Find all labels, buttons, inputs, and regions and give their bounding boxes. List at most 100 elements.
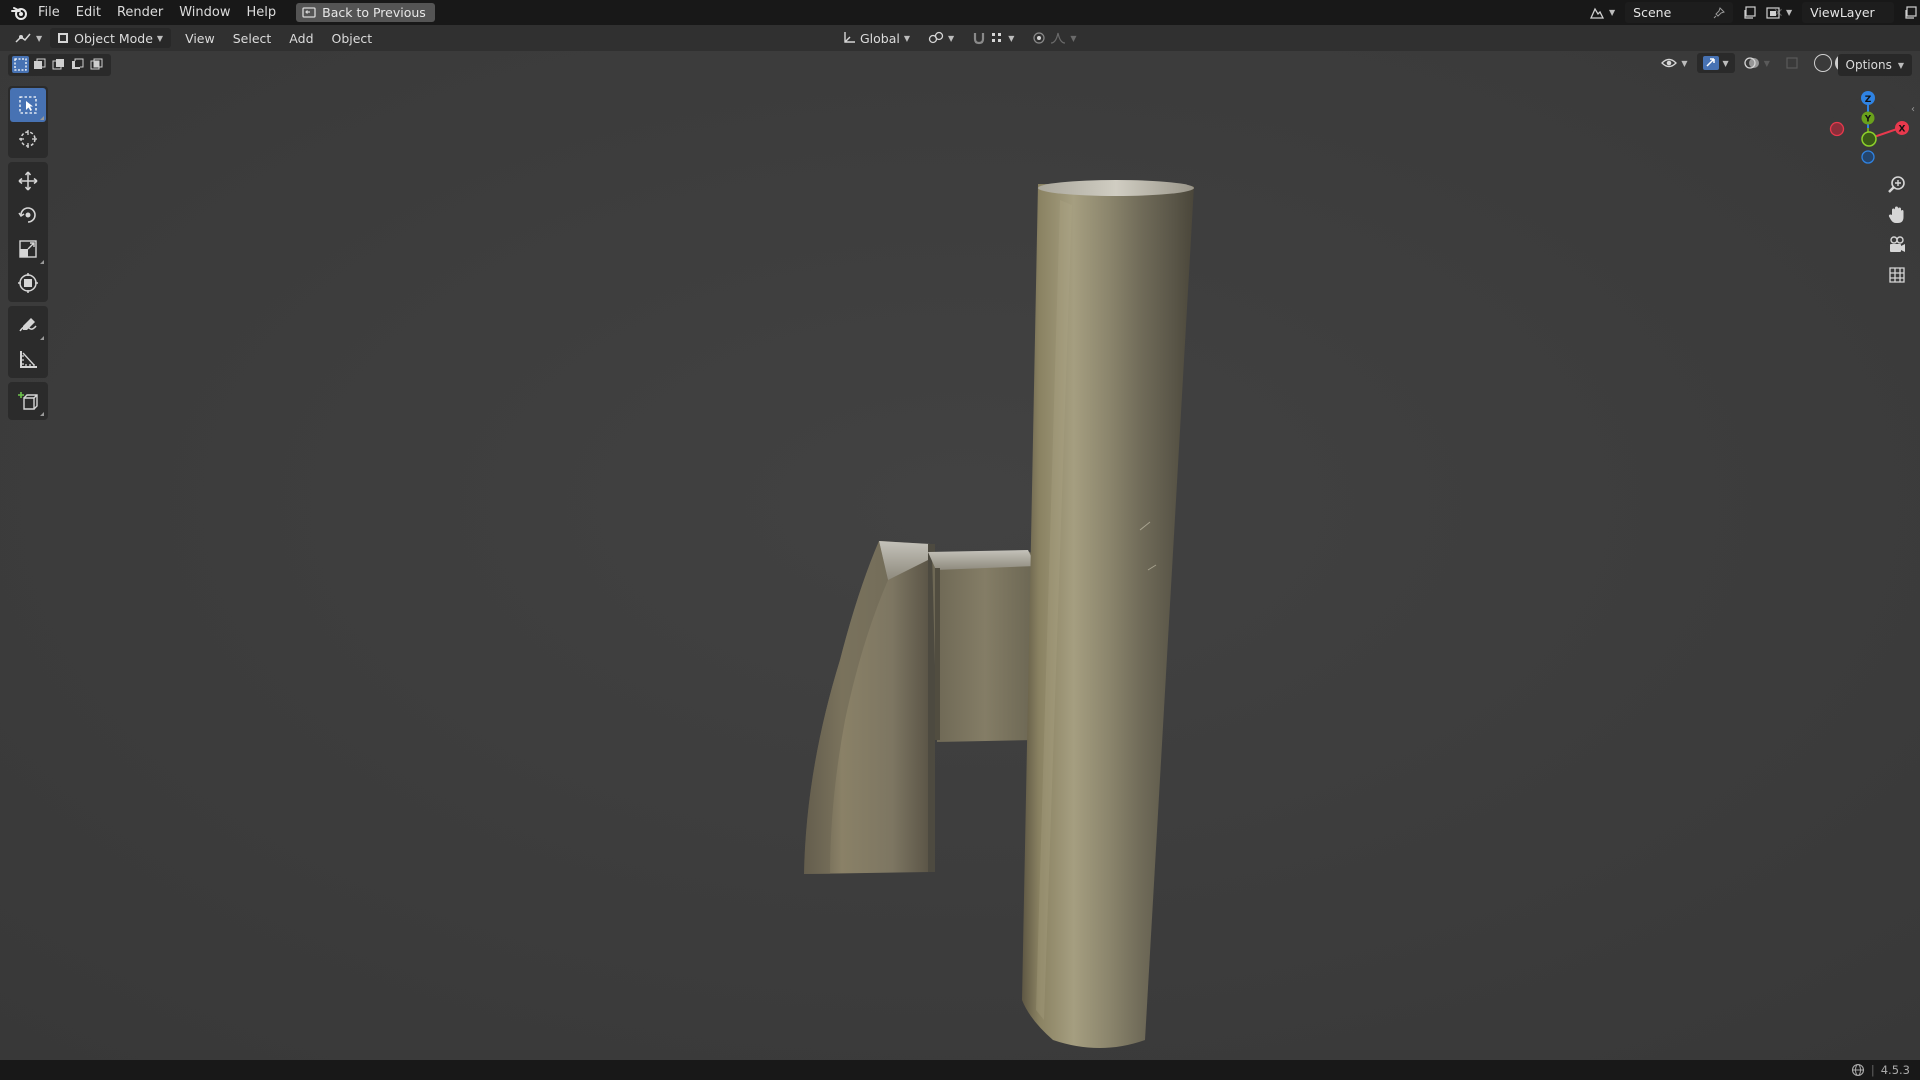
pin-icon [1713, 6, 1726, 18]
version-label: 4.5.3 [1880, 1063, 1910, 1077]
menu-select[interactable]: Select [227, 28, 278, 48]
xray-toggle[interactable] [1779, 53, 1805, 73]
x-axis-label: X [1899, 125, 1906, 135]
chevron-down-icon: ▼ [1008, 33, 1015, 43]
transform-orientation-dropdown[interactable]: Global ▼ [836, 28, 916, 48]
status-divider: | [1870, 1063, 1875, 1077]
object-mode-dropdown[interactable]: Object Mode ▼ [50, 28, 172, 48]
scene-name-field[interactable]: Scene [1625, 2, 1734, 23]
magnet-icon [974, 33, 985, 45]
object-mode-icon [58, 33, 69, 43]
neg-z-axis-dot[interactable] [1861, 150, 1875, 164]
select-box-icon[interactable] [10, 88, 46, 122]
proportional-editing-toggle[interactable]: ▼ [1026, 28, 1082, 48]
editor-type-button[interactable]: ▼ [8, 28, 48, 48]
object-visibility-dropdown[interactable]: ▼ [1655, 53, 1693, 73]
chevron-down-icon: ▼ [903, 33, 911, 43]
back-to-previous-label: Back to Previous [322, 5, 426, 20]
tool-group-transform [8, 162, 48, 302]
chevron-down-icon: ▼ [36, 33, 43, 43]
menu-help[interactable]: Help [239, 0, 285, 25]
sidebar-expand-icon[interactable]: ‹ [1911, 104, 1915, 115]
overlays-icon [1744, 57, 1759, 69]
options-label: Options [1845, 58, 1892, 72]
pan-hand-icon[interactable] [1882, 200, 1912, 230]
transform-icon[interactable] [10, 266, 46, 300]
chevron-down-icon: ▼ [948, 33, 955, 43]
tool-variants-indicator [40, 336, 44, 340]
select-subtract-mode-icon[interactable] [50, 56, 67, 73]
transform-orientation-label: Global [860, 30, 900, 46]
view-layer-name-field[interactable]: ViewLayer [1802, 2, 1895, 23]
menu-edit[interactable]: Edit [68, 0, 109, 25]
chevron-down-icon: ▼ [1681, 58, 1688, 68]
view-layer-icon [1766, 6, 1780, 19]
globe-icon [1851, 1063, 1864, 1077]
falloff-curve-icon [1051, 32, 1066, 44]
wireframe-shading-icon[interactable] [1813, 54, 1832, 72]
scale-icon[interactable] [10, 232, 46, 266]
pivot-link-icon [928, 31, 944, 44]
cursor-icon[interactable] [10, 122, 46, 156]
overlays-toggle[interactable]: ▼ [1738, 53, 1776, 73]
menu-file[interactable]: File [30, 0, 68, 25]
3d-viewport[interactable] [0, 51, 1920, 1060]
proportional-editing-icon [1033, 32, 1045, 44]
tool-variants-indicator [40, 260, 44, 264]
chevron-down-icon: ▼ [1763, 58, 1770, 68]
screen-back-icon [302, 6, 316, 18]
new-view-layer-button[interactable] [1898, 3, 1920, 23]
zoom-icon[interactable] [1882, 170, 1912, 200]
pivot-point-dropdown[interactable]: ▼ [922, 28, 960, 48]
menu-object[interactable]: Object [326, 28, 379, 48]
menu-window[interactable]: Window [171, 0, 238, 25]
navigation-gizmo[interactable]: Z Y X [1822, 86, 1918, 178]
duplicate-icon [1905, 5, 1917, 19]
annotate-icon[interactable] [10, 308, 46, 342]
status-bar: | 4.5.3 [0, 1060, 1920, 1080]
select-extend-mode-icon[interactable] [31, 56, 48, 73]
options-dropdown[interactable]: Options ▼ [1837, 54, 1912, 76]
add-cube-icon[interactable] [10, 384, 46, 418]
y-axis-label: Y [1864, 115, 1872, 125]
move-icon[interactable] [10, 164, 46, 198]
tool-group-select [8, 86, 48, 158]
select-new-mode-icon[interactable] [12, 56, 29, 73]
tool-variants-indicator [40, 116, 44, 120]
perspective-grid-icon[interactable] [1882, 260, 1912, 290]
gizmo-toggle[interactable]: ▼ [1696, 53, 1735, 73]
selection-mode-group [8, 54, 111, 76]
back-to-previous-button[interactable]: Back to Previous [296, 3, 435, 22]
blender-logo-icon[interactable] [8, 2, 30, 24]
select-difference-mode-icon[interactable] [69, 56, 86, 73]
select-intersect-mode-icon[interactable] [88, 56, 105, 73]
snap-grid-icon [992, 33, 1002, 42]
menu-view[interactable]: View [179, 28, 221, 48]
scene-browse-button[interactable]: ▼ [1583, 3, 1621, 23]
scene-selector: ▼ Scene ✕ [1583, 2, 1790, 23]
tool-shelf [8, 86, 48, 424]
neg-x-axis-dot[interactable] [1829, 121, 1845, 137]
menu-add[interactable]: Add [283, 28, 319, 48]
snap-toggle[interactable]: ▼ [966, 28, 1020, 48]
menu-render[interactable]: Render [109, 0, 171, 25]
chevron-down-icon: ▼ [1609, 8, 1616, 17]
rotate-icon[interactable] [10, 198, 46, 232]
chevron-down-icon: ▼ [1786, 8, 1793, 17]
duplicate-icon [1744, 5, 1756, 19]
tool-group-annotate [8, 306, 48, 378]
gizmo-icon [1702, 56, 1719, 70]
neg-y-axis-dot[interactable] [1861, 131, 1877, 147]
view-layer-selector: ▼ ViewLayer ✕ [1760, 2, 1920, 23]
camera-view-icon[interactable] [1882, 230, 1912, 260]
z-axis-label: Z [1865, 95, 1872, 105]
view-layer-browse-button[interactable]: ▼ [1760, 3, 1798, 23]
xray-icon [1786, 57, 1798, 69]
chevron-down-icon: ▼ [1070, 33, 1077, 43]
viewport-navigation-buttons [1882, 170, 1912, 290]
view-layer-name-label: ViewLayer [1810, 5, 1875, 20]
scene-icon [1589, 7, 1605, 19]
measure-icon[interactable] [10, 342, 46, 376]
viewport-header: ▼ Object Mode ▼ View Select Add Object G… [0, 25, 1920, 73]
tool-variants-indicator [40, 412, 44, 416]
